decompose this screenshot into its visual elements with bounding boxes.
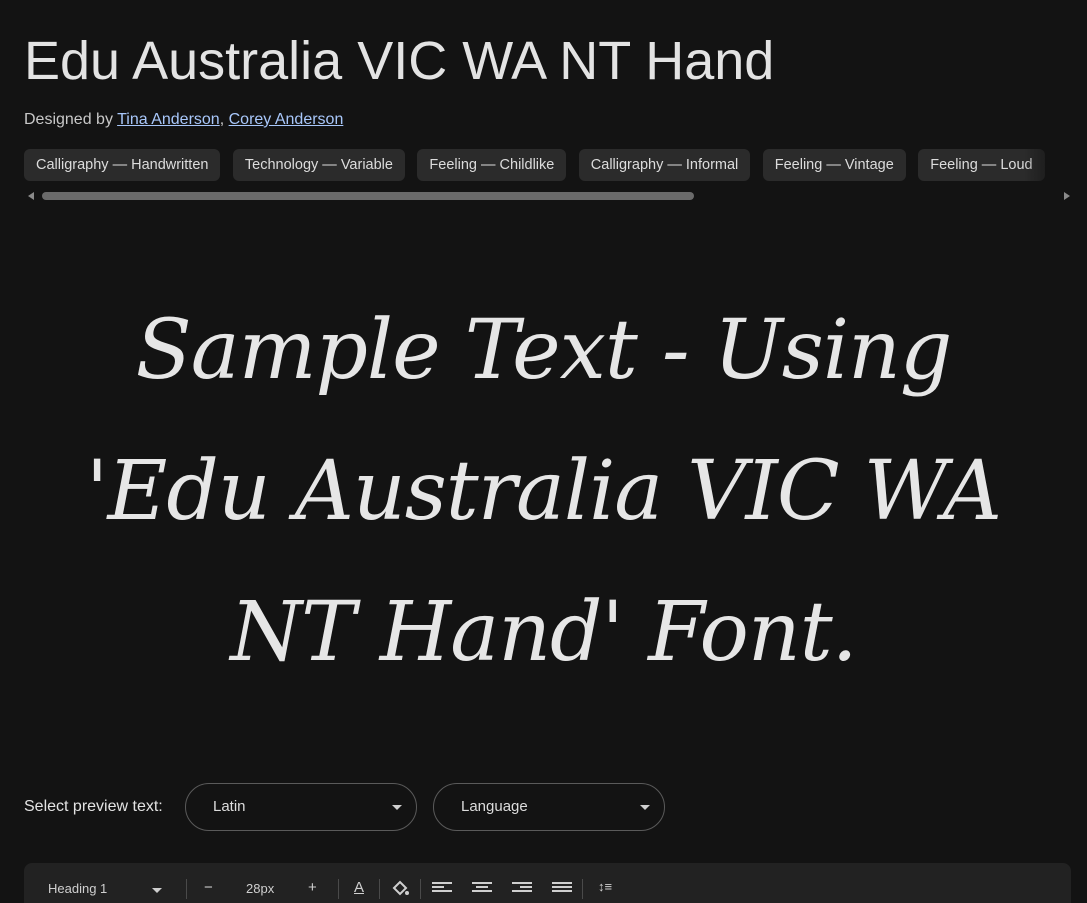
text-color-icon[interactable]: A — [354, 879, 364, 896]
sample-text-preview[interactable]: Sample Text - Using 'Edu Australia VIC W… — [40, 280, 1047, 703]
increase-size-button[interactable]: + — [308, 879, 317, 896]
tag-chip[interactable]: Feeling — Loud — [918, 149, 1045, 181]
line-height-icon[interactable]: ↕≡ — [598, 879, 612, 894]
tag-chip[interactable]: Calligraphy — Informal — [578, 149, 751, 181]
scroll-left-arrow-icon[interactable] — [28, 192, 34, 200]
tags-scrollbar[interactable] — [24, 190, 1072, 202]
language-select[interactable]: Language — [433, 783, 665, 831]
designed-by-label: Designed by — [24, 111, 113, 128]
designer-link-corey-anderson[interactable]: Corey Anderson — [229, 111, 344, 128]
tag-chip-list: Calligraphy — Handwritten Technology — V… — [24, 149, 1064, 181]
preview-text-label: Select preview text: — [24, 798, 163, 815]
font-size-value[interactable]: 28px — [246, 881, 274, 896]
text-style-select[interactable]: Heading 1 — [48, 881, 107, 896]
decrease-size-button[interactable]: − — [204, 879, 213, 896]
tag-chip[interactable]: Feeling — Vintage — [762, 149, 906, 181]
scrollbar-thumb[interactable] — [42, 192, 694, 200]
toolbar-divider — [186, 879, 187, 899]
designer-separator: , — [219, 111, 225, 128]
toolbar-divider — [582, 879, 583, 899]
chevron-down-icon — [152, 888, 162, 893]
toolbar-divider — [338, 879, 339, 899]
fill-color-icon[interactable] — [390, 879, 410, 899]
align-center-icon[interactable] — [472, 882, 492, 894]
script-select[interactable]: Latin — [185, 783, 417, 831]
tag-chip[interactable]: Calligraphy — Handwritten — [24, 149, 221, 181]
chevron-down-icon — [392, 805, 402, 810]
chevron-down-icon — [640, 805, 650, 810]
align-right-icon[interactable] — [512, 882, 532, 894]
scroll-right-arrow-icon[interactable] — [1064, 192, 1070, 200]
text-format-toolbar: Heading 1 − 28px + A ↕≡ — [24, 863, 1071, 903]
toolbar-divider — [420, 879, 421, 899]
toolbar-divider — [379, 879, 380, 899]
align-justify-icon[interactable] — [552, 882, 572, 894]
tag-chip[interactable]: Technology — Variable — [232, 149, 405, 181]
font-title: Edu Australia VIC WA NT Hand — [24, 31, 775, 91]
language-select-value: Language — [461, 798, 528, 815]
script-select-value: Latin — [213, 798, 246, 815]
designer-credits: Designed by Tina Anderson, Corey Anderso… — [24, 110, 343, 130]
designer-link-tina-anderson[interactable]: Tina Anderson — [117, 111, 220, 128]
align-left-icon[interactable] — [432, 882, 452, 894]
tag-chip[interactable]: Feeling — Childlike — [417, 149, 567, 181]
